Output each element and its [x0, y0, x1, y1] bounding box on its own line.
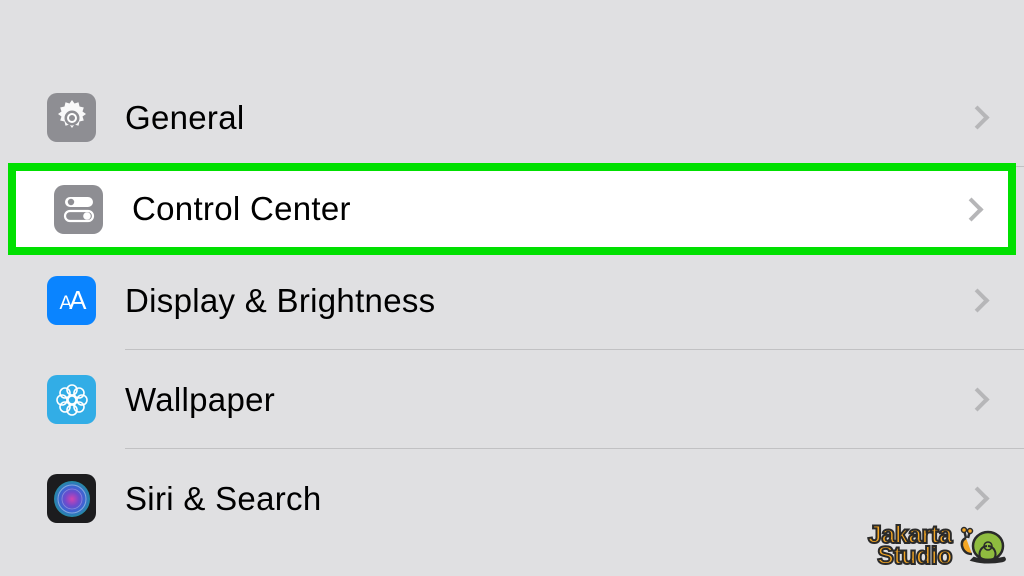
settings-row-display[interactable]: AA Display & Brightness — [0, 251, 1024, 350]
watermark-line2: Studio — [877, 546, 952, 567]
watermark: Jakarta Studio — [868, 524, 1012, 568]
row-label: Control Center — [132, 190, 963, 228]
siri-icon — [47, 474, 96, 523]
watermark-text: Jakarta Studio — [868, 525, 952, 568]
chevron-right-icon — [959, 197, 983, 221]
wallpaper-icon — [47, 375, 96, 424]
settings-row-general[interactable]: General — [0, 68, 1024, 167]
display-icon: AA — [47, 276, 96, 325]
settings-row-wallpaper[interactable]: Wallpaper — [0, 350, 1024, 449]
control-center-icon — [54, 185, 103, 234]
chevron-right-icon — [965, 387, 989, 411]
chevron-right-icon — [965, 486, 989, 510]
row-label: General — [125, 99, 969, 137]
row-label: Display & Brightness — [125, 282, 969, 320]
snail-icon — [956, 524, 1012, 568]
row-label: Wallpaper — [125, 381, 969, 419]
row-label: Siri & Search — [125, 480, 969, 518]
chevron-right-icon — [965, 105, 989, 129]
settings-row-control-center[interactable]: Control Center — [8, 163, 1016, 255]
chevron-right-icon — [965, 288, 989, 312]
gear-icon — [47, 93, 96, 142]
settings-list: General Control Center AA Display & Brig… — [0, 0, 1024, 548]
